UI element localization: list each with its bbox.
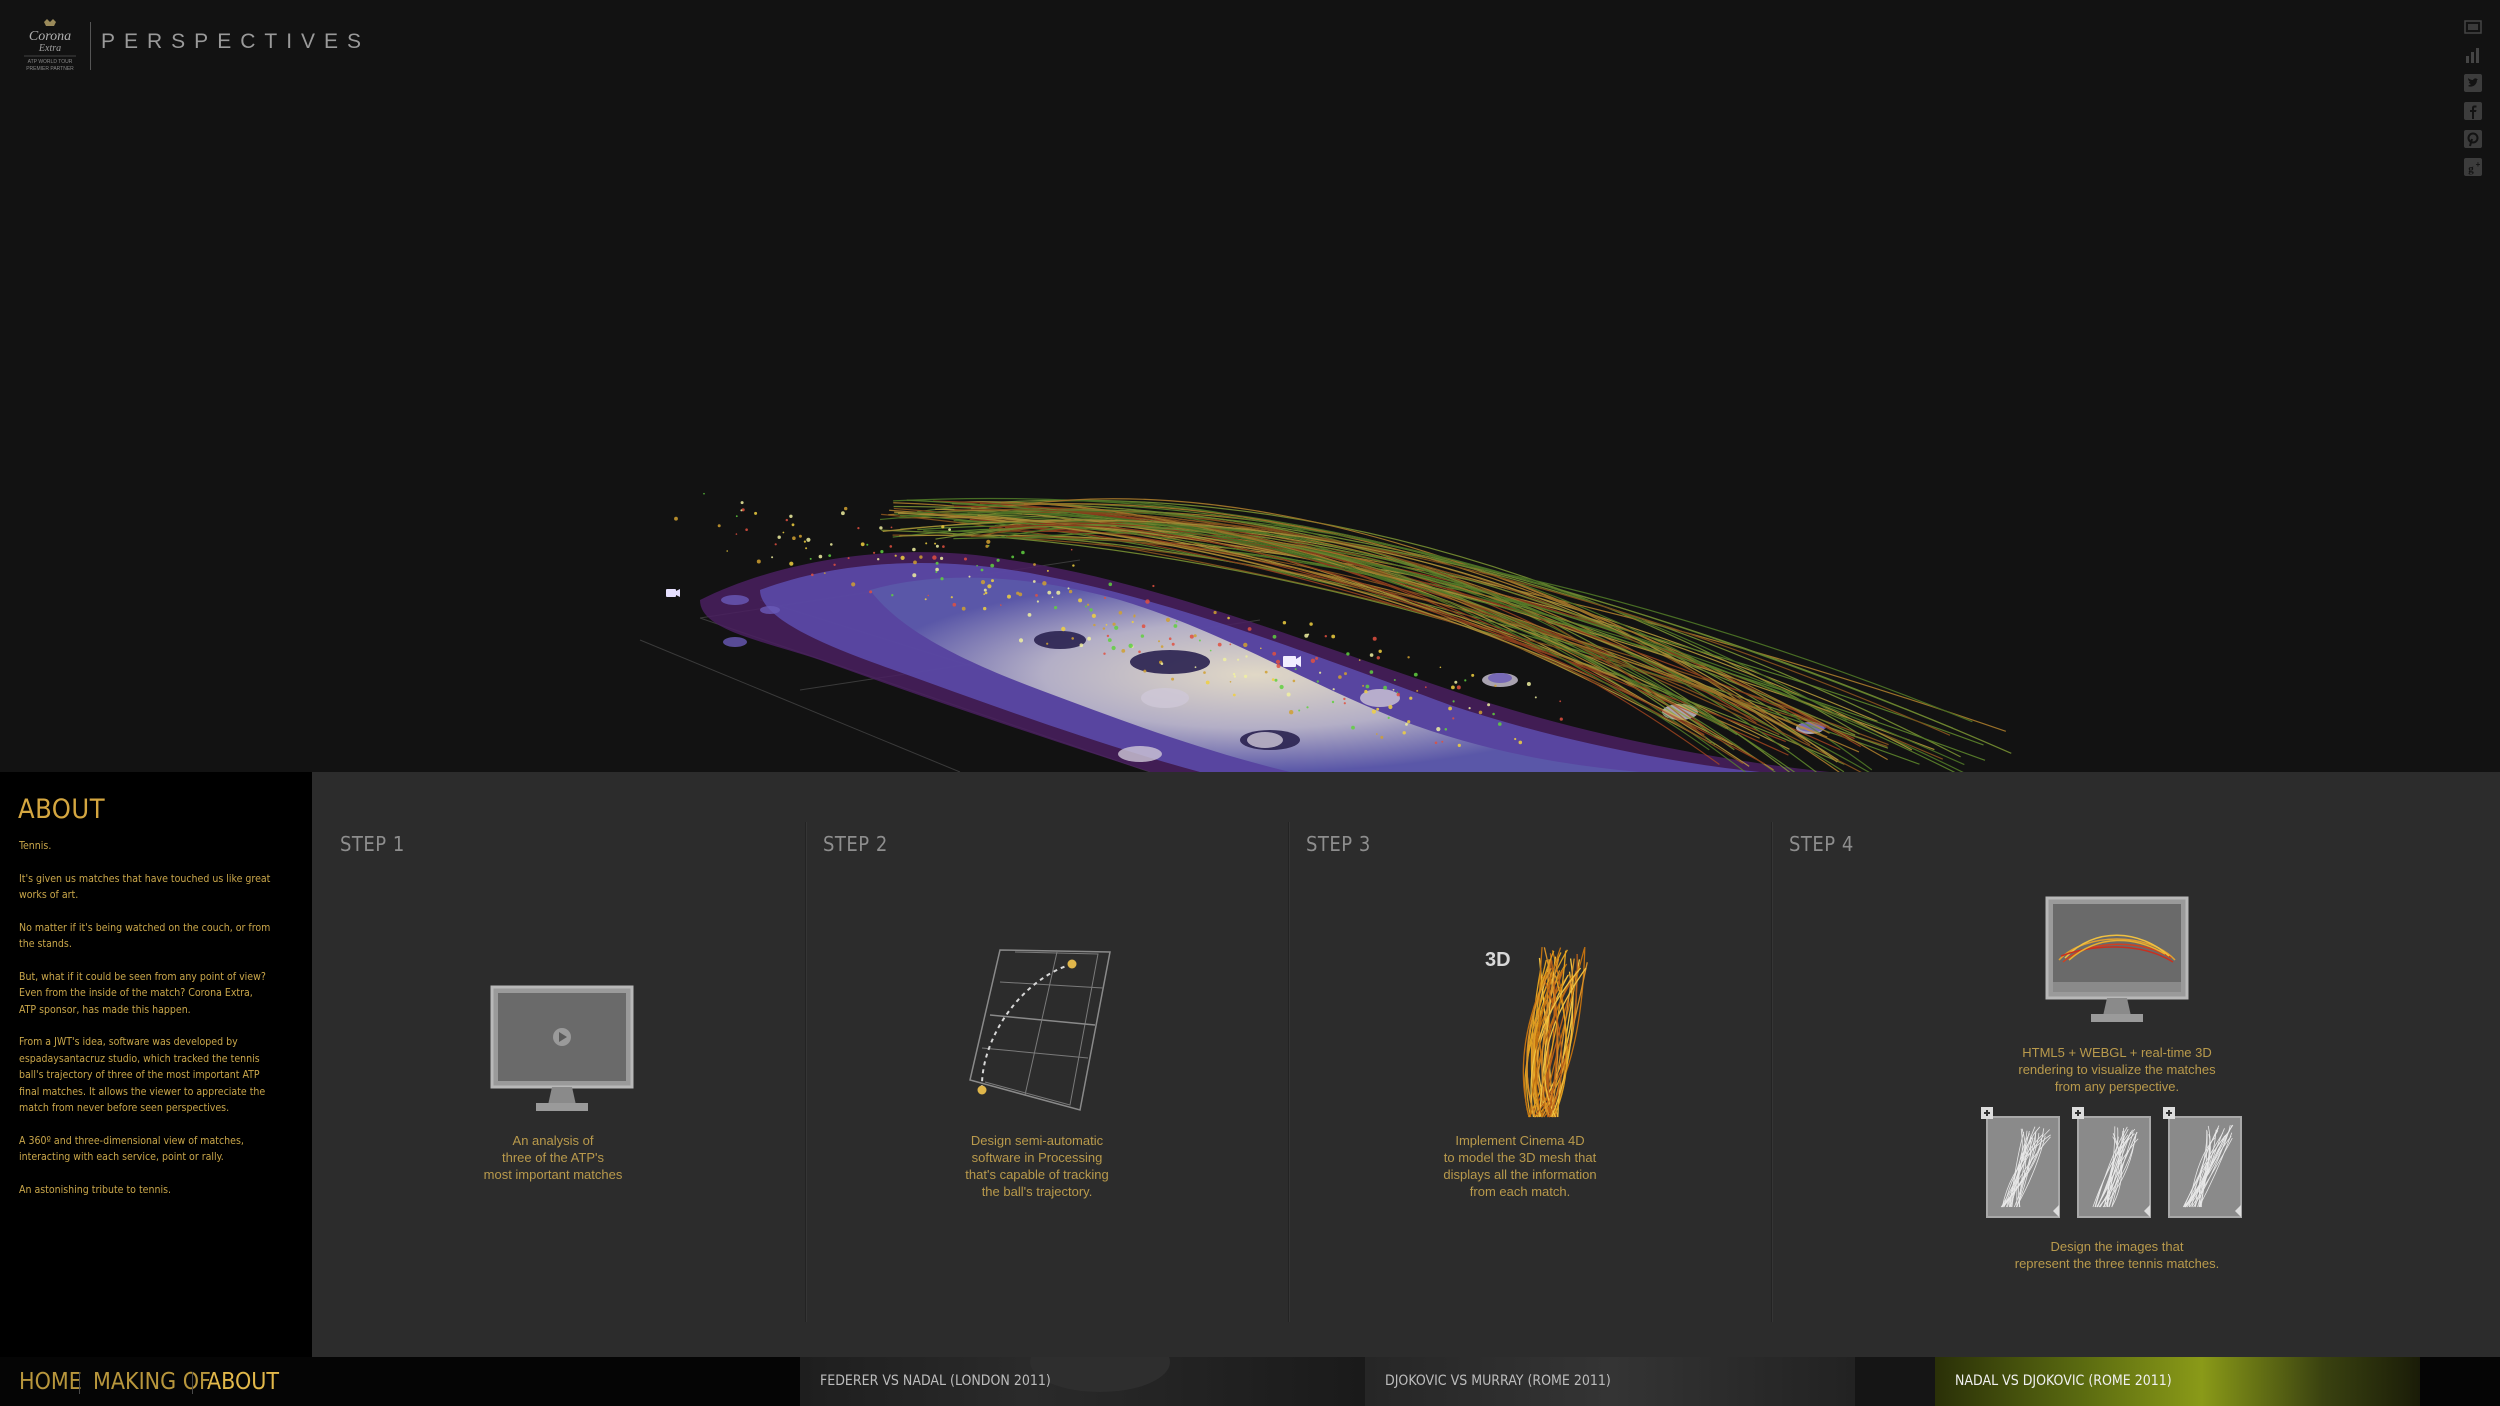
about-panel: ABOUT Tennis. It's given us matches that… [0, 772, 312, 1357]
step-caption: Implement Cinema 4D to model the 3D mesh… [1443, 1133, 1597, 1199]
monitor-webgl-icon [2045, 896, 2189, 1022]
site-title: PERSPECTIVES [101, 30, 371, 53]
match-thumbnail[interactable] [2072, 1107, 2152, 1219]
step-caption-top: HTML5 + WEBGL + real-time 3D rendering t… [2018, 1045, 2216, 1094]
google-plus-icon[interactable]: g + [2462, 156, 2484, 178]
nav-home[interactable]: HOME [19, 1369, 82, 1395]
expand-plus-icon[interactable] [2163, 1107, 2175, 1119]
header-divider [90, 22, 91, 70]
step-caption-bottom: Design the images that represent the thr… [2014, 1239, 2220, 1271]
steps-panel: STEP 1 An analysis of three of the ATP's… [312, 772, 2500, 1357]
match-label: DJOKOVIC VS MURRAY (ROME 2011) [1385, 1373, 1611, 1389]
right-icon-rail: g + [2462, 16, 2488, 184]
step-1: STEP 1 An analysis of three of the ATP's… [312, 772, 795, 1312]
pinterest-icon[interactable] [2462, 128, 2484, 150]
svg-text:g: g [2468, 163, 2474, 175]
about-paragraph: A 360º and three-dimensional view of mat… [19, 1134, 244, 1164]
nav-making-of[interactable]: MAKING OF [93, 1369, 211, 1395]
match-thumbnail[interactable] [1981, 1107, 2061, 1219]
match-label: NADAL VS DJOKOVIC (ROME 2011) [1955, 1373, 2172, 1389]
camera-marker-left[interactable] [666, 589, 680, 597]
about-paragraph: But, what if it could be seen from any p… [19, 970, 266, 1016]
about-paragraph: An astonishing tribute to tennis. [19, 1183, 171, 1196]
match-thumb-federer-nadal[interactable]: FEDERER VS NADAL (LONDON 2011) [800, 1357, 1365, 1406]
match-thumb-djokovic-murray[interactable]: DJOKOVIC VS MURRAY (ROME 2011) [1365, 1357, 1855, 1406]
court-trajectory-icon [969, 949, 1111, 1111]
3d-mesh-icon [1522, 946, 1588, 1118]
step-title: STEP 2 [823, 832, 888, 856]
expand-plus-icon[interactable] [2072, 1107, 2084, 1119]
match-thumbnail[interactable] [2163, 1107, 2243, 1219]
facebook-icon[interactable] [2462, 100, 2484, 122]
about-paragraph: No matter if it's being watched on the c… [19, 921, 271, 951]
step-caption: Design semi-automatic software in Proces… [965, 1133, 1109, 1199]
expand-plus-icon[interactable] [1981, 1107, 1993, 1119]
nav-about[interactable]: ABOUT [207, 1369, 279, 1395]
step-title: STEP 4 [1789, 832, 1854, 856]
step-caption: An analysis of three of the ATP's most i… [483, 1133, 623, 1182]
about-title: ABOUT [18, 794, 106, 825]
step-3: STEP 3 3D Implement Cinema 4D to model t… [1278, 772, 1761, 1312]
svg-text:ATP WORLD TOUR: ATP WORLD TOUR [28, 59, 73, 65]
about-text: Tennis. It's given us matches that have … [19, 838, 271, 1214]
about-paragraph: It's given us matches that have touched … [19, 872, 271, 902]
twitter-icon[interactable] [2462, 72, 2484, 94]
svg-text:Corona: Corona [29, 29, 71, 44]
nav-divider [79, 1372, 80, 1394]
monitor-video-icon [490, 985, 634, 1111]
step-title: STEP 3 [1306, 832, 1371, 856]
nav-divider [192, 1372, 193, 1394]
svg-text:Extra: Extra [38, 43, 61, 54]
match-label: FEDERER VS NADAL (LONDON 2011) [820, 1373, 1051, 1389]
about-paragraph: From a JWT's idea, software was develope… [19, 1036, 266, 1114]
svg-text:PREMIER PARTNER: PREMIER PARTNER [26, 66, 74, 72]
step-4: STEP 4 HTML5 + WEBGL + real-time 3D rend… [1761, 772, 2500, 1312]
svg-text:+: + [2476, 160, 2481, 169]
fullscreen-icon[interactable] [2462, 16, 2484, 38]
match-thumb-spacer [1855, 1357, 1935, 1406]
match-visualization[interactable] [0, 0, 2500, 772]
about-paragraph: Tennis. [19, 840, 52, 852]
bottom-bar: HOME MAKING OF ABOUT FEDERER VS NADAL (L… [0, 1357, 2500, 1406]
step-title: STEP 1 [340, 832, 405, 856]
camera-marker-center[interactable] [1283, 656, 1301, 667]
stats-icon[interactable] [2462, 44, 2484, 66]
match-thumb-nadal-djokovic[interactable]: NADAL VS DJOKOVIC (ROME 2011) [1935, 1357, 2420, 1406]
corona-logo[interactable]: Corona Extra ATP WORLD TOUR PREMIER PART… [18, 18, 82, 74]
step-2: STEP 2 Design semi-automatic software in… [795, 772, 1278, 1312]
